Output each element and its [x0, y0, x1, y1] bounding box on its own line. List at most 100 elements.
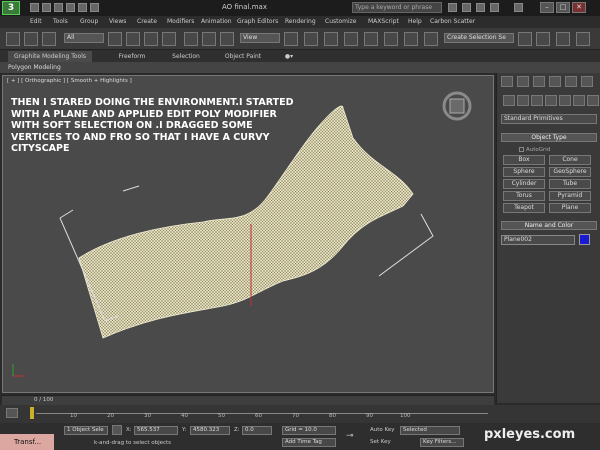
time-slider[interactable]: 0 / 100 [2, 395, 494, 405]
link-icon[interactable] [42, 32, 56, 46]
menu-maxscript[interactable]: MAXScript [368, 18, 399, 25]
search-icon[interactable] [448, 3, 457, 12]
pivot-center-icon[interactable] [284, 32, 298, 46]
object-type-rollout[interactable]: Object Type [501, 133, 597, 142]
teapot-button[interactable]: Teapot [503, 203, 545, 213]
selection-filter-dropdown[interactable]: All [64, 33, 104, 43]
scale-icon[interactable] [220, 32, 234, 46]
redo-icon[interactable] [24, 32, 38, 46]
plane-button[interactable]: Plane [549, 203, 591, 213]
percent-snap-icon[interactable] [364, 32, 378, 46]
render-setup-icon[interactable] [556, 32, 570, 46]
auto-key-filter-dropdown[interactable]: Selected [400, 426, 460, 435]
taskbar-button[interactable]: Transf... [0, 434, 54, 450]
window-crossing-icon[interactable] [162, 32, 176, 46]
cameras-icon[interactable] [545, 95, 557, 106]
communication-center-icon[interactable] [476, 3, 485, 12]
hierarchy-tab-icon[interactable] [533, 76, 545, 87]
move-icon[interactable] [184, 32, 198, 46]
search-input[interactable]: Type a keyword or phrase [352, 2, 442, 13]
select-by-name-icon[interactable] [126, 32, 140, 46]
create-tab-icon[interactable] [501, 76, 513, 87]
new-file-icon[interactable] [30, 3, 39, 12]
spinner-snap-icon[interactable] [384, 32, 398, 46]
pyramid-button[interactable]: Pyramid [549, 191, 591, 201]
snap-toggle-icon[interactable] [324, 32, 338, 46]
menu-carbon-scatter[interactable]: Carbon Scatter [430, 18, 475, 25]
minimize-icon[interactable]: – [540, 2, 554, 13]
cylinder-button[interactable]: Cylinder [503, 179, 545, 189]
material-editor-icon[interactable] [536, 32, 550, 46]
maximize-icon[interactable]: □ [556, 2, 570, 13]
key-filters-button[interactable]: Key Filters... [420, 438, 464, 447]
curve-editor-icon[interactable] [518, 32, 532, 46]
tube-button[interactable]: Tube [549, 179, 591, 189]
save-file-icon[interactable] [54, 3, 63, 12]
time-slider-handle[interactable] [30, 407, 34, 419]
selection-lock-icon[interactable] [112, 425, 122, 435]
favorites-star-icon[interactable] [490, 3, 499, 12]
rectangular-selection-icon[interactable] [144, 32, 158, 46]
x-coordinate-field[interactable]: 565.537 [134, 426, 178, 435]
space-warps-icon[interactable] [573, 95, 585, 106]
render-icon[interactable] [576, 32, 590, 46]
key-icon[interactable]: ⊸ [346, 431, 354, 441]
select-manipulate-icon[interactable] [304, 32, 318, 46]
name-and-color-rollout[interactable]: Name and Color [501, 221, 597, 230]
trackbar-toggle-icon[interactable] [6, 408, 18, 418]
display-tab-icon[interactable] [565, 76, 577, 87]
angle-snap-icon[interactable] [344, 32, 358, 46]
undo-icon[interactable] [6, 32, 20, 46]
cone-button[interactable]: Cone [549, 155, 591, 165]
menu-group[interactable]: Group [80, 18, 98, 25]
menu-animation[interactable]: Animation [201, 18, 232, 25]
redo-icon[interactable] [78, 3, 87, 12]
named-selection-set-dropdown[interactable]: Create Selection Se [444, 33, 514, 43]
open-file-icon[interactable] [42, 3, 51, 12]
z-coordinate-field[interactable]: 0.0 [242, 426, 272, 435]
rotate-icon[interactable] [202, 32, 216, 46]
geosphere-button[interactable]: GeoSphere [549, 167, 591, 177]
menu-create[interactable]: Create [137, 18, 157, 25]
ribbon-options-icon[interactable]: ●▾ [280, 51, 298, 62]
autogrid-checkbox[interactable]: AutoGrid [519, 147, 550, 153]
viewport-orthographic[interactable]: [ + ] [ Orthographic ] [ Smooth + Highli… [2, 75, 494, 393]
box-button[interactable]: Box [503, 155, 545, 165]
object-color-swatch[interactable] [579, 234, 590, 245]
shapes-icon[interactable] [517, 95, 529, 106]
sphere-button[interactable]: Sphere [503, 167, 545, 177]
auto-key-button[interactable]: Auto Key [370, 427, 395, 433]
tab-selection[interactable]: Selection [164, 51, 208, 62]
reference-coordinate-dropdown[interactable]: View [240, 33, 280, 43]
close-icon[interactable]: ✕ [572, 2, 586, 13]
polygon-modeling-panel[interactable]: Polygon Modeling [8, 64, 61, 71]
mirror-icon[interactable] [424, 32, 438, 46]
y-coordinate-field[interactable]: 4580.323 [190, 426, 230, 435]
primitive-category-dropdown[interactable]: Standard Primitives [501, 114, 597, 124]
menu-views[interactable]: Views [109, 18, 126, 25]
app-logo-icon[interactable]: 3 [2, 1, 20, 15]
tab-object-paint[interactable]: Object Paint [218, 51, 268, 62]
tab-freeform[interactable]: Freeform [110, 51, 154, 62]
menu-rendering[interactable]: Rendering [285, 18, 316, 25]
motion-tab-icon[interactable] [549, 76, 561, 87]
add-time-tag-button[interactable]: Add Time Tag [282, 438, 336, 447]
undo-icon[interactable] [66, 3, 75, 12]
select-object-icon[interactable] [108, 32, 122, 46]
object-name-field[interactable]: Plane002 [501, 235, 575, 245]
tab-graphite-modeling-tools[interactable]: Graphite Modeling Tools [8, 51, 92, 62]
menu-help[interactable]: Help [408, 18, 422, 25]
lights-icon[interactable] [531, 95, 543, 106]
modify-tab-icon[interactable] [517, 76, 529, 87]
subscription-icon[interactable] [462, 3, 471, 12]
named-selection-icon[interactable] [404, 32, 418, 46]
menu-edit[interactable]: Edit [30, 18, 42, 25]
help-icon[interactable] [514, 3, 523, 12]
menu-tools[interactable]: Tools [53, 18, 68, 25]
geometry-icon[interactable] [503, 95, 515, 106]
torus-button[interactable]: Torus [503, 191, 545, 201]
menu-customize[interactable]: Customize [325, 18, 357, 25]
trackbar[interactable] [0, 405, 600, 423]
menu-graph-editors[interactable]: Graph Editors [237, 18, 278, 25]
utilities-tab-icon[interactable] [581, 76, 593, 87]
